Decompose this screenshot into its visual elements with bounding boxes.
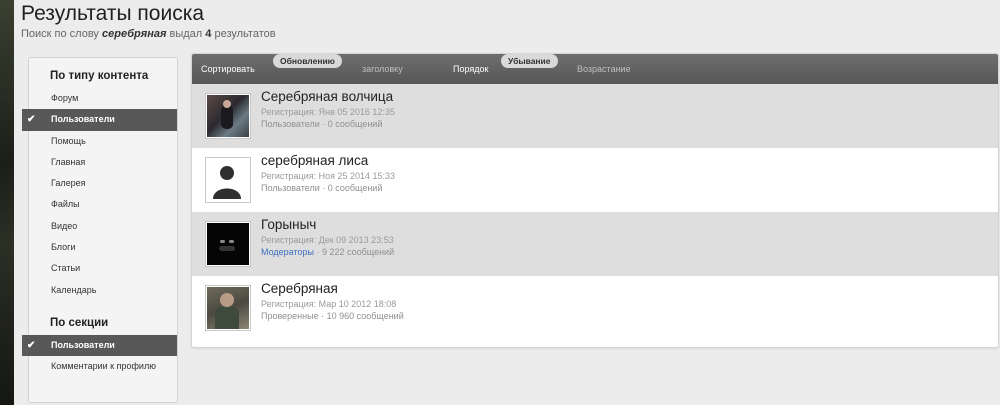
sidebar-item-profile-comments[interactable]: Комментарии к профилю xyxy=(29,356,177,377)
sort-bar: Сортировать Обновлению заголовку Порядок… xyxy=(192,54,998,84)
result-row[interactable]: Горыныч Регистрация: Дек 09 2013 23:53 М… xyxy=(192,212,998,276)
registration-date: Регистрация: Янв 05 2016 12:35 xyxy=(261,107,395,117)
user-avatar[interactable] xyxy=(205,221,251,267)
search-query: серебряная xyxy=(102,28,167,40)
sidebar-item-gallery[interactable]: Галерея xyxy=(29,173,177,194)
sidebar-item-users[interactable]: ✔ Пользователи xyxy=(22,109,177,131)
sidebar-item-calendar[interactable]: Календарь xyxy=(29,280,177,301)
result-row[interactable]: Серебряная волчица Регистрация: Янв 05 2… xyxy=(192,84,998,148)
user-avatar[interactable] xyxy=(205,157,251,203)
user-name-link[interactable]: серебряная лиса xyxy=(261,153,368,168)
user-avatar[interactable] xyxy=(205,285,251,331)
sidebar-item-blogs[interactable]: Блоги xyxy=(29,237,177,258)
sidebar-item-help[interactable]: Помощь xyxy=(29,131,177,152)
sort-by-title-link[interactable]: заголовку xyxy=(362,54,403,84)
order-asc-link[interactable]: Возрастание xyxy=(577,54,631,84)
check-icon: ✔ xyxy=(27,339,36,351)
user-name-link[interactable]: Горыныч xyxy=(261,217,316,232)
user-stats: Пользователи · 0 сообщений xyxy=(261,119,383,129)
sidebar-item-home[interactable]: Главная xyxy=(29,152,177,173)
order-desc-button[interactable]: Убывание xyxy=(501,54,558,68)
search-summary: Поиск по слову серебряная выдал 4 резуль… xyxy=(21,28,276,40)
check-icon: ✔ xyxy=(27,114,36,126)
default-user-icon xyxy=(213,166,241,199)
order-label: Порядок xyxy=(453,64,489,74)
user-name-link[interactable]: Серебряная xyxy=(261,281,338,296)
filter-sidebar: По типу контента Форум ✔ Пользователи Пом… xyxy=(22,57,178,403)
background-edge xyxy=(0,0,14,405)
user-name-link[interactable]: Серебряная волчица xyxy=(261,89,393,104)
sort-by-updated-button[interactable]: Обновлению xyxy=(273,54,342,68)
section-heading: По секции xyxy=(50,316,109,329)
sort-label: Сортировать xyxy=(201,64,255,74)
sidebar-item-section-users[interactable]: ✔ Пользователи xyxy=(22,334,177,357)
group-link[interactable]: Модераторы xyxy=(261,247,314,257)
registration-date: Регистрация: Мар 10 2012 18:08 xyxy=(261,299,397,309)
sidebar-item-forum[interactable]: Форум xyxy=(29,88,177,109)
result-row[interactable]: серебряная лиса Регистрация: Ноя 25 2014… xyxy=(192,148,998,212)
content-type-heading: По типу контента xyxy=(50,70,149,82)
sidebar-item-files[interactable]: Файлы xyxy=(29,194,177,215)
result-row[interactable]: Серебряная Регистрация: Мар 10 2012 18:0… xyxy=(192,276,998,340)
results-panel: Сортировать Обновлению заголовку Порядок… xyxy=(191,53,999,348)
user-stats: Пользователи · 0 сообщений xyxy=(261,183,383,193)
registration-date: Регистрация: Ноя 25 2014 15:33 xyxy=(261,171,396,181)
sidebar-item-articles[interactable]: Статьи xyxy=(29,258,177,279)
registration-date: Регистрация: Дек 09 2013 23:53 xyxy=(261,235,394,245)
user-stats: Проверенные · 10 960 сообщений xyxy=(261,311,404,321)
sidebar-item-video[interactable]: Видео xyxy=(29,216,177,237)
user-avatar[interactable] xyxy=(205,93,251,139)
user-stats: Модераторы · 9 222 сообщений xyxy=(261,247,395,257)
page-title: Результаты поиска xyxy=(21,2,205,25)
